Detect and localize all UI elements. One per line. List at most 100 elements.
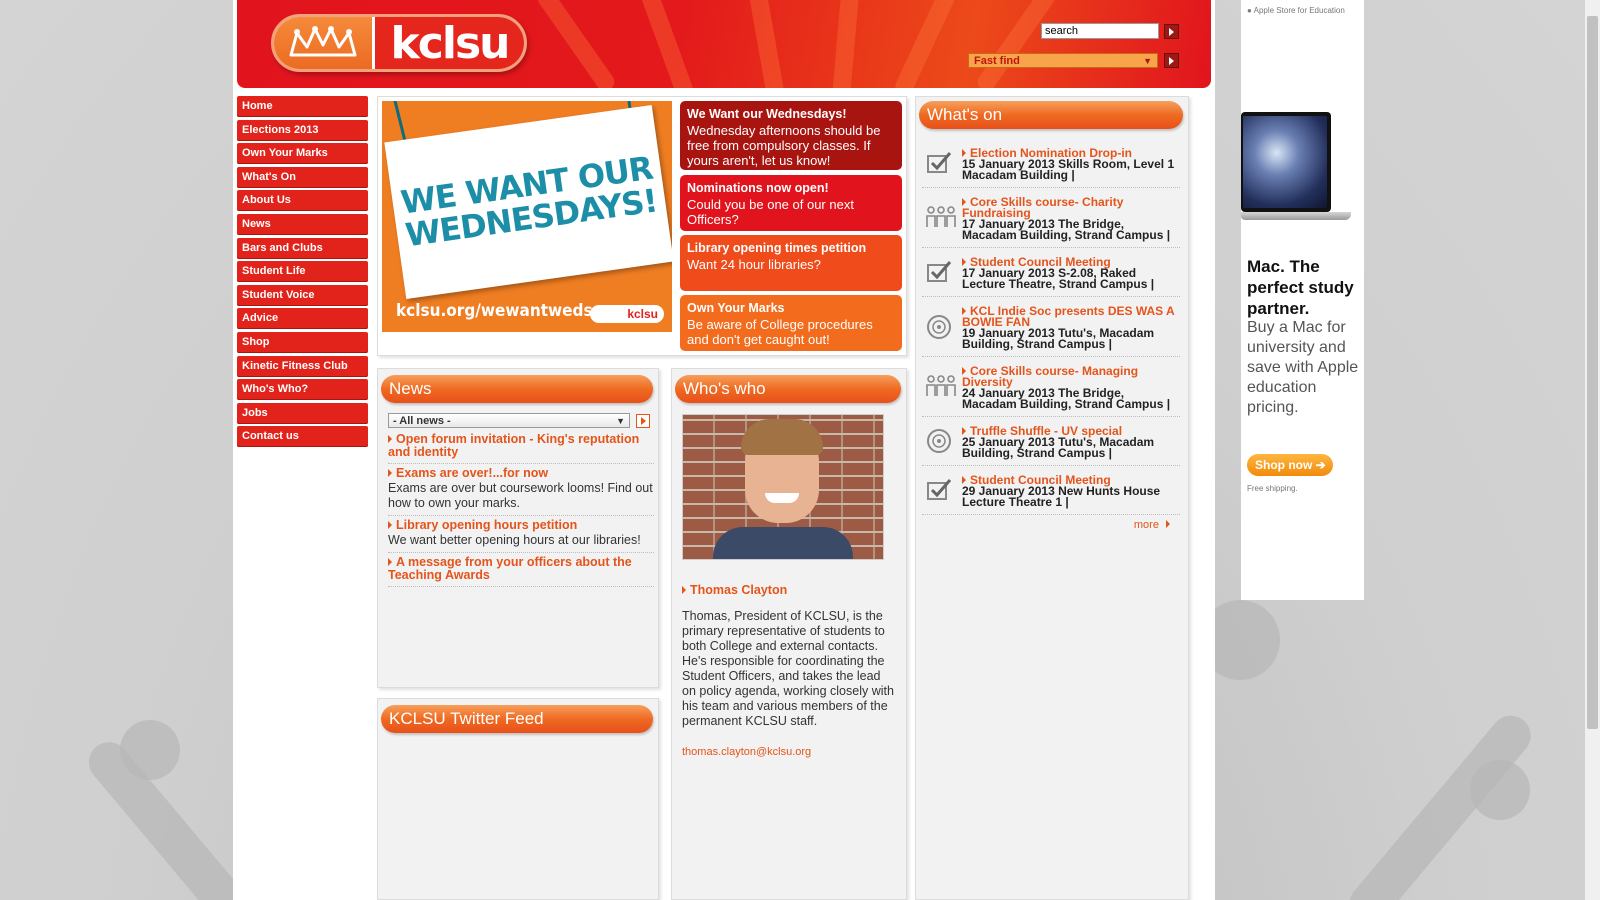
- page-scrollbar[interactable]: [1585, 0, 1600, 900]
- arrow-right-icon: [962, 427, 966, 435]
- promo-own-your-marks[interactable]: Own Your Marks Be aware of College proce…: [680, 295, 902, 351]
- arrow-right-icon: [388, 435, 392, 443]
- disc-icon: [926, 314, 952, 340]
- event-details: 17 January 2013 The Bridge, Macadam Buil…: [962, 217, 1171, 242]
- news-title[interactable]: Library opening hours petition: [396, 518, 577, 532]
- apple-ad-banner[interactable]: ● Apple Store for Education Mac. The per…: [1241, 0, 1364, 600]
- whats-on-panel: What's on Election Nomination Drop-in 15 …: [915, 96, 1189, 900]
- search-submit-button[interactable]: [1164, 24, 1179, 39]
- whats-on-heading: What's on: [919, 101, 1183, 129]
- nav-item-kinetic[interactable]: Kinetic Fitness Club: [237, 355, 368, 377]
- checkbox-icon: [926, 477, 952, 503]
- arrow-right-icon: [682, 586, 686, 594]
- promo-title: Nominations now open!: [687, 181, 829, 195]
- whos-who-heading: Who's who: [675, 375, 901, 403]
- news-heading: News: [381, 375, 653, 403]
- people-icon: [926, 374, 956, 400]
- nav-item-bars-clubs[interactable]: Bars and Clubs: [237, 237, 368, 259]
- fast-find-go-button[interactable]: [1164, 53, 1179, 68]
- event-item[interactable]: Truffle Shuffle - UV special 25 January 2…: [922, 417, 1180, 466]
- officer-name-link[interactable]: Thomas Clayton: [682, 583, 787, 597]
- news-title[interactable]: A message from your officers about the T…: [388, 555, 632, 582]
- nav-item-jobs[interactable]: Jobs: [237, 402, 368, 424]
- event-details: 15 January 2013 Skills Room, Level 1 Mac…: [962, 157, 1175, 182]
- promo-nominations[interactable]: Nominations now open! Could you be one o…: [680, 175, 902, 231]
- promo-text: Wednesday afternoons should be free from…: [687, 123, 881, 168]
- nav-item-student-voice[interactable]: Student Voice: [237, 284, 368, 306]
- arrow-right-icon: [388, 558, 392, 566]
- search-input[interactable]: search: [1041, 23, 1159, 39]
- news-filter-go-button[interactable]: [636, 413, 650, 428]
- nav-item-home[interactable]: Home: [237, 96, 368, 117]
- arrow-right-icon: [962, 476, 966, 484]
- nav-item-student-life[interactable]: Student Life: [237, 261, 368, 283]
- arrow-right-icon: [962, 367, 966, 375]
- promo-wednesdays[interactable]: We Want our Wednesdays! Wednesday aftern…: [680, 101, 902, 170]
- nav-item-shop[interactable]: Shop: [237, 331, 368, 353]
- nav-item-elections[interactable]: Elections 2013: [237, 119, 368, 141]
- officer-name[interactable]: Thomas Clayton: [690, 583, 787, 597]
- news-title[interactable]: Open forum invitation - King's reputatio…: [388, 432, 639, 459]
- event-item[interactable]: Election Nomination Drop-in 15 January 20…: [922, 139, 1180, 188]
- news-item[interactable]: Library opening hours petition We want b…: [388, 516, 654, 553]
- ad-headline: Mac. The perfect study partner.: [1247, 257, 1354, 318]
- event-details: 24 January 2013 The Bridge, Macadam Buil…: [962, 386, 1171, 411]
- twitter-heading: KCLSU Twitter Feed: [381, 705, 653, 733]
- news-item[interactable]: A message from your officers about the T…: [388, 553, 654, 587]
- kclsu-logo[interactable]: kclsu: [271, 14, 527, 72]
- nav-item-whats-on[interactable]: What's On: [237, 166, 368, 188]
- macbook-image: [1241, 112, 1351, 222]
- banner-logo: kclsu: [590, 305, 664, 323]
- event-details: 19 January 2013 Tutu's, Macadam Building…: [962, 326, 1155, 351]
- main-nav: Home Elections 2013 Own Your Marks What'…: [237, 96, 368, 450]
- nav-item-news[interactable]: News: [237, 213, 368, 235]
- promo-title: Library opening times petition: [687, 241, 867, 255]
- fast-find-select[interactable]: Fast find ▼: [968, 53, 1158, 68]
- nav-item-own-your-marks[interactable]: Own Your Marks: [237, 143, 368, 165]
- banner-url: kclsu.org/wewantweds: [396, 301, 593, 321]
- nav-item-advice[interactable]: Advice: [237, 308, 368, 330]
- arrow-circle-icon: ➔: [1315, 458, 1326, 472]
- twitter-panel: KCLSU Twitter Feed: [377, 698, 659, 900]
- ad-store-label: ● Apple Store for Education: [1247, 6, 1345, 15]
- promo-library[interactable]: Library opening times petition Want 24 h…: [680, 235, 902, 291]
- officer-photo[interactable]: [682, 414, 884, 560]
- event-item[interactable]: Core Skills course- Charity Fundraising 1…: [922, 188, 1180, 248]
- promo-text: Be aware of College procedures and don't…: [687, 317, 873, 347]
- promo-text: Want 24 hour libraries?: [687, 257, 821, 272]
- banner-headline: WE WANT OUR WEDNESDAYS!: [398, 148, 660, 255]
- news-item[interactable]: Exams are over!...for now Exams are over…: [388, 464, 654, 516]
- promo-title: We Want our Wednesdays!: [687, 107, 847, 121]
- nav-item-contact[interactable]: Contact us: [237, 426, 368, 448]
- arrow-right-icon: [388, 469, 392, 477]
- news-filter-select[interactable]: - All news - ▼: [388, 413, 630, 428]
- wednesday-campaign-banner[interactable]: WE WANT OUR WEDNESDAYS! kclsu.org/wewant…: [382, 101, 672, 332]
- news-item[interactable]: Open forum invitation - King's reputatio…: [388, 430, 654, 464]
- event-details: 25 January 2013 Tutu's, Macadam Building…: [962, 435, 1155, 460]
- checkbox-icon: [926, 259, 952, 285]
- nav-item-whos-who[interactable]: Who's Who?: [237, 379, 368, 401]
- nav-item-about-us[interactable]: About Us: [237, 190, 368, 212]
- officer-email-link[interactable]: thomas.clayton@kclsu.org: [682, 746, 811, 758]
- event-item[interactable]: Core Skills course- Managing Diversity 24…: [922, 357, 1180, 417]
- news-description: We want better opening hours at our libr…: [388, 533, 641, 547]
- people-icon: [926, 205, 956, 231]
- event-item[interactable]: Student Council Meeting 29 January 2013 N…: [922, 466, 1180, 515]
- more-label[interactable]: more: [1134, 519, 1159, 531]
- arrow-right-icon: [1166, 520, 1170, 528]
- chevron-down-icon: ▼: [616, 415, 625, 426]
- scrollbar-thumb[interactable]: [1587, 16, 1598, 729]
- fast-find-label: Fast find: [974, 54, 1020, 67]
- ad-body: Buy a Mac for university and save with A…: [1247, 319, 1359, 416]
- promo-title: Own Your Marks: [687, 301, 785, 315]
- crown-icon: [274, 17, 372, 69]
- event-item[interactable]: KCL Indie Soc presents DES WAS A BOWIE F…: [922, 297, 1180, 357]
- event-item[interactable]: Student Council Meeting 17 January 2013 S…: [922, 248, 1180, 297]
- news-title[interactable]: Exams are over!...for now: [396, 466, 548, 480]
- promo-text: Could you be one of our next Officers?: [687, 197, 854, 227]
- ad-shop-now-button[interactable]: Shop now ➔: [1247, 454, 1333, 476]
- arrow-right-icon: [962, 258, 966, 266]
- site-header: kclsu search Fast find ▼: [237, 0, 1211, 88]
- officer-bio: Thomas, President of KCLSU, is the prima…: [682, 609, 894, 728]
- whats-on-more-link[interactable]: more: [916, 515, 1188, 531]
